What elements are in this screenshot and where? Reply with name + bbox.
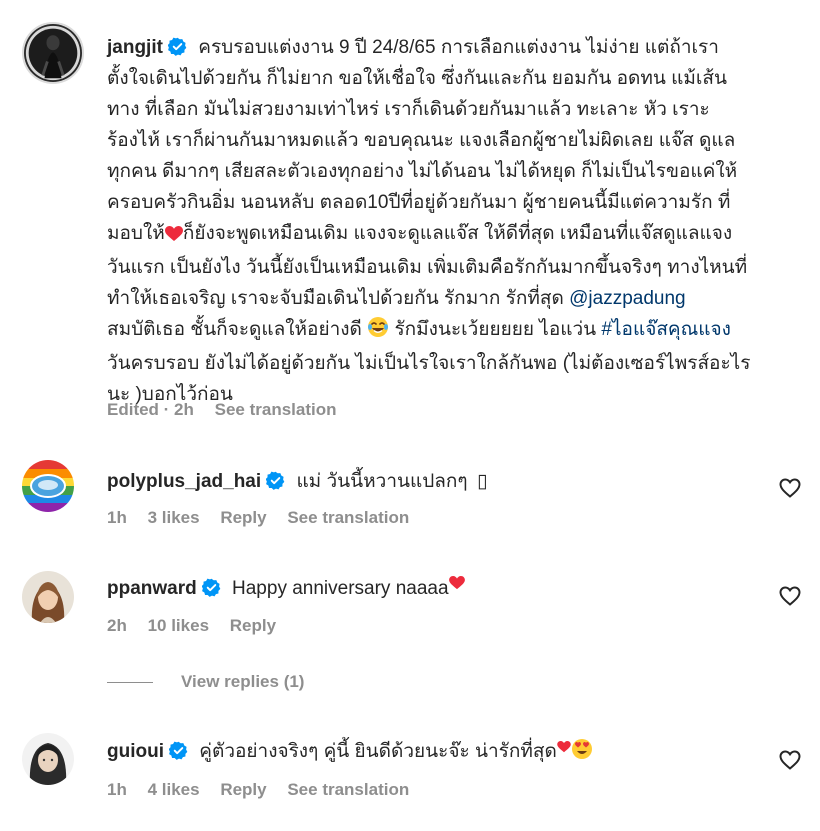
red-heart-emoji-icon xyxy=(557,737,571,759)
caption-line-1: ครบรอบแต่งงาน 9 ปี 24/8/65 การเลือกแต่งง… xyxy=(198,37,719,58)
avatar-guioui[interactable] xyxy=(22,733,74,785)
verified-badge-icon xyxy=(201,578,221,597)
caption-username[interactable]: jangjit xyxy=(107,37,163,58)
caption-line-7a: มอบให้ xyxy=(107,223,165,244)
avatar-image xyxy=(22,460,74,512)
caption-see-translation-button[interactable]: See translation xyxy=(215,400,337,420)
avatar-jangjit[interactable] xyxy=(22,22,84,84)
verified-badge-icon xyxy=(266,471,285,490)
reply-button[interactable]: Reply xyxy=(220,508,266,528)
comment-time: 1h xyxy=(107,508,127,527)
comment-text: Happy anniversary naaaa xyxy=(232,578,449,599)
like-heart-icon[interactable] xyxy=(778,584,802,608)
comment-text: แม่ วันนี้หวานแปลกๆ xyxy=(296,471,468,492)
verified-badge-icon xyxy=(168,741,188,760)
like-heart-icon[interactable] xyxy=(778,476,802,500)
caption-line-11: วันครบรอบ ยังไม่ได้อยู่ด้วยกัน ไม่เป็นไร… xyxy=(107,353,751,374)
comment-text: คู่ตัวอย่างจริงๆ คู่นี้ ยินดีด้วยนะจ๊ะ น… xyxy=(199,741,557,762)
red-heart-emoji-icon xyxy=(164,221,183,252)
avatar-image xyxy=(24,24,82,82)
caption: jangjit ครบรอบแต่งงาน 9 ปี 24/8/65 การเล… xyxy=(107,32,787,410)
avatar-image xyxy=(22,733,74,785)
heart-eyes-emoji-icon xyxy=(571,738,593,766)
replies-divider xyxy=(107,681,153,683)
comment-meta: 2h 10 likes Reply xyxy=(107,616,292,636)
like-heart-icon[interactable] xyxy=(778,748,802,772)
red-heart-emoji-icon xyxy=(448,574,465,596)
avatar-ppanward[interactable] xyxy=(22,571,74,623)
caption-line-4: ร้องไห้ เราก็ผ่านกันมาหมดแล้ว ขอบคุณนะ แ… xyxy=(107,130,736,151)
view-replies-label: View replies (1) xyxy=(181,672,305,691)
caption-line-6: ครอบครัวกินอิ่ม นอนหลับ ตลอด10ปีที่อยู่ด… xyxy=(107,192,731,213)
caption-line-10b: รักมึงนะเว้ยยยยย ไอแว่น xyxy=(394,319,597,340)
avatar-polyplus[interactable] xyxy=(22,460,74,512)
comment-username[interactable]: polyplus_jad_hai xyxy=(107,471,261,492)
avatar-image xyxy=(22,571,74,623)
mention-link[interactable]: @jazzpadung xyxy=(569,288,685,309)
caption-line-2: ตั้งใจเดินไปด้วยกัน ก็ไม่ยาก ขอให้เชื่อใ… xyxy=(107,68,727,89)
caption-line-7b: ก็ยังจะพูดเหมือนเดิม แจงจะดูแลแจ๊ส ให้ดี… xyxy=(182,223,733,244)
comment-meta: 1h 4 likes Reply See translation xyxy=(107,780,425,800)
comment-likes-count[interactable]: 4 likes xyxy=(148,780,200,800)
comment-username[interactable]: ppanward xyxy=(107,578,197,599)
comment-time: 1h xyxy=(107,780,127,799)
see-translation-button[interactable]: See translation xyxy=(287,508,409,528)
verified-badge-icon xyxy=(167,37,187,56)
caption-line-10a: สมบัติเธอ ชั้นก็จะดูแลให้อย่างดี xyxy=(107,319,362,340)
caption-line-8: วันแรก เป็นยังไง วันนี้ยังเป็นเหมือนเดิม… xyxy=(107,257,748,278)
caption-edited-time: Edited · 2h xyxy=(107,400,194,419)
hashtag-link[interactable]: #ไอแจ๊สคุณแจง xyxy=(601,319,731,340)
comment-likes-count[interactable]: 3 likes xyxy=(148,508,200,528)
caption-line-5: ทุกคน ดีมากๆ เสียสละตัวเองทุกอย่าง ไม่ได… xyxy=(107,161,738,182)
reply-button[interactable]: Reply xyxy=(230,616,276,636)
laughing-tears-emoji-icon xyxy=(367,316,389,348)
view-replies-button[interactable]: View replies (1) xyxy=(107,672,304,692)
caption-line-3: ทาง ที่เลือก มันไม่สวยงามเท่าไหร่ เราก็เ… xyxy=(107,99,710,120)
reply-button[interactable]: Reply xyxy=(220,780,266,800)
caption-meta: Edited · 2h See translation xyxy=(107,400,353,420)
missing-glyph-icon: ▯ xyxy=(476,471,488,492)
comment-likes-count[interactable]: 10 likes xyxy=(148,616,209,636)
comment-meta: 1h 3 likes Reply See translation xyxy=(107,508,425,528)
see-translation-button[interactable]: See translation xyxy=(287,780,409,800)
comment-time: 2h xyxy=(107,616,127,635)
comment-username[interactable]: guioui xyxy=(107,741,164,762)
caption-line-9: ทำให้เธอเจริญ เราจะจับมือเดินไปด้วยกัน ร… xyxy=(107,288,564,309)
